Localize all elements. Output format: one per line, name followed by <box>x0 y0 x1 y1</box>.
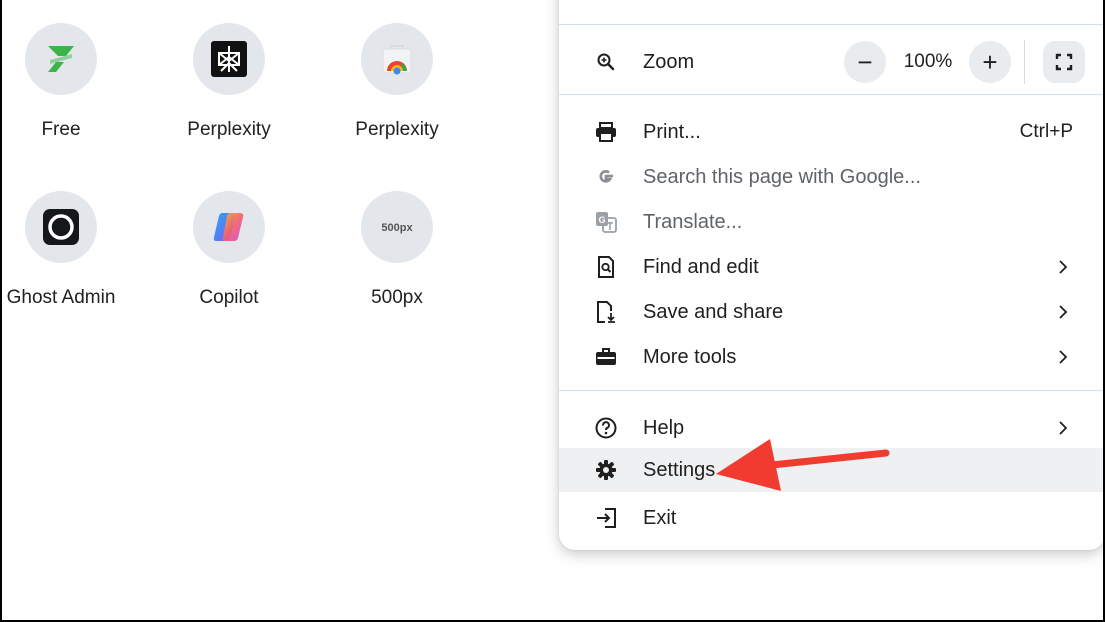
gear-icon <box>595 459 617 481</box>
shortcut-ghost-admin[interactable]: Ghost Admin <box>0 191 145 309</box>
menu-item-translate[interactable]: G Translate... <box>559 200 1105 244</box>
shortcut-label: Ghost Admin <box>6 287 116 308</box>
copilot-logo-icon <box>213 213 244 241</box>
menu-separator <box>559 94 1105 95</box>
500px-logo-icon: 500px <box>381 222 413 234</box>
print-icon <box>595 121 617 143</box>
chevron-right-icon <box>1059 305 1068 319</box>
shortcut-tile <box>193 191 265 263</box>
menu-item-find-edit[interactable]: Find and edit <box>559 245 1105 289</box>
menu-item-print[interactable]: Print... Ctrl+P <box>559 110 1105 154</box>
500px-logo-text: 500px <box>381 222 413 234</box>
menu-separator <box>559 390 1105 391</box>
menu-item-save-share[interactable]: Save and share <box>559 290 1105 334</box>
menu-item-search-google[interactable]: Search this page with Google... <box>559 155 1105 199</box>
chevron-right-icon <box>1059 421 1068 435</box>
save-share-label: Save and share <box>643 300 784 323</box>
plus-icon: + <box>982 46 998 77</box>
help-label: Help <box>643 416 685 439</box>
svg-text:G: G <box>598 215 605 225</box>
shortcut-tile <box>25 191 97 263</box>
settings-label: Settings <box>643 458 716 481</box>
chrome-store-logo-icon <box>382 45 412 75</box>
shortcut-free[interactable]: Free <box>0 23 145 141</box>
zoom-row: Zoom − 100% + <box>559 40 1105 84</box>
zoom-divider <box>1024 40 1025 84</box>
zoom-level: 100% <box>903 51 953 72</box>
shortcut-perplexity[interactable]: Perplexity <box>145 23 313 141</box>
translate-label: Translate... <box>643 210 743 233</box>
translate-icon: G <box>595 211 617 233</box>
menu-item-help[interactable]: Help <box>559 406 1105 450</box>
save-page-icon <box>595 301 617 323</box>
print-shortcut: Ctrl+P <box>1019 121 1073 142</box>
zoom-out-button[interactable]: − <box>844 41 886 83</box>
shortcut-tile <box>193 23 265 95</box>
zoom-icon <box>595 51 617 73</box>
chevron-right-icon <box>1059 350 1068 364</box>
shortcut-label: 500px <box>371 287 423 308</box>
search-google-label: Search this page with Google... <box>643 165 921 188</box>
more-tools-label: More tools <box>643 345 737 368</box>
browser-menu: Zoom − 100% + Print... Ctrl+P Search thi… <box>559 0 1105 550</box>
fullscreen-icon <box>1055 53 1073 71</box>
shortcut-tile <box>25 23 97 95</box>
shortcut-tile: 500px <box>361 191 433 263</box>
google-icon <box>595 166 617 188</box>
find-page-icon <box>595 256 617 278</box>
shortcut-500px[interactable]: 500px 500px <box>313 191 481 309</box>
find-edit-label: Find and edit <box>643 255 759 278</box>
help-icon <box>595 417 617 439</box>
minus-icon: − <box>857 46 873 77</box>
exit-icon <box>595 507 617 529</box>
zoom-in-button[interactable]: + <box>969 41 1011 83</box>
shortcut-copilot[interactable]: Copilot <box>145 191 313 309</box>
fullscreen-button[interactable] <box>1043 41 1085 83</box>
shortcut-tile <box>361 23 433 95</box>
zap-logo-icon <box>48 46 74 72</box>
shortcut-label: Perplexity <box>187 119 271 140</box>
menu-item-exit[interactable]: Exit <box>559 496 1105 540</box>
chevron-right-icon <box>1059 260 1068 274</box>
shortcut-label: Perplexity <box>355 119 439 140</box>
menu-separator <box>559 24 1105 25</box>
shortcut-perplexity-store[interactable]: Perplexity <box>313 23 481 141</box>
menu-item-more-tools[interactable]: More tools <box>559 335 1105 379</box>
toolbox-icon <box>595 346 617 368</box>
shortcut-label: Free <box>41 119 81 140</box>
exit-label: Exit <box>643 506 677 529</box>
ghost-logo-icon <box>43 209 79 245</box>
print-label: Print... <box>643 120 701 143</box>
perplexity-logo-icon <box>211 41 247 77</box>
zoom-label: Zoom <box>643 50 695 73</box>
shortcut-label: Copilot <box>199 287 259 308</box>
menu-item-settings[interactable]: Settings <box>559 448 1105 492</box>
